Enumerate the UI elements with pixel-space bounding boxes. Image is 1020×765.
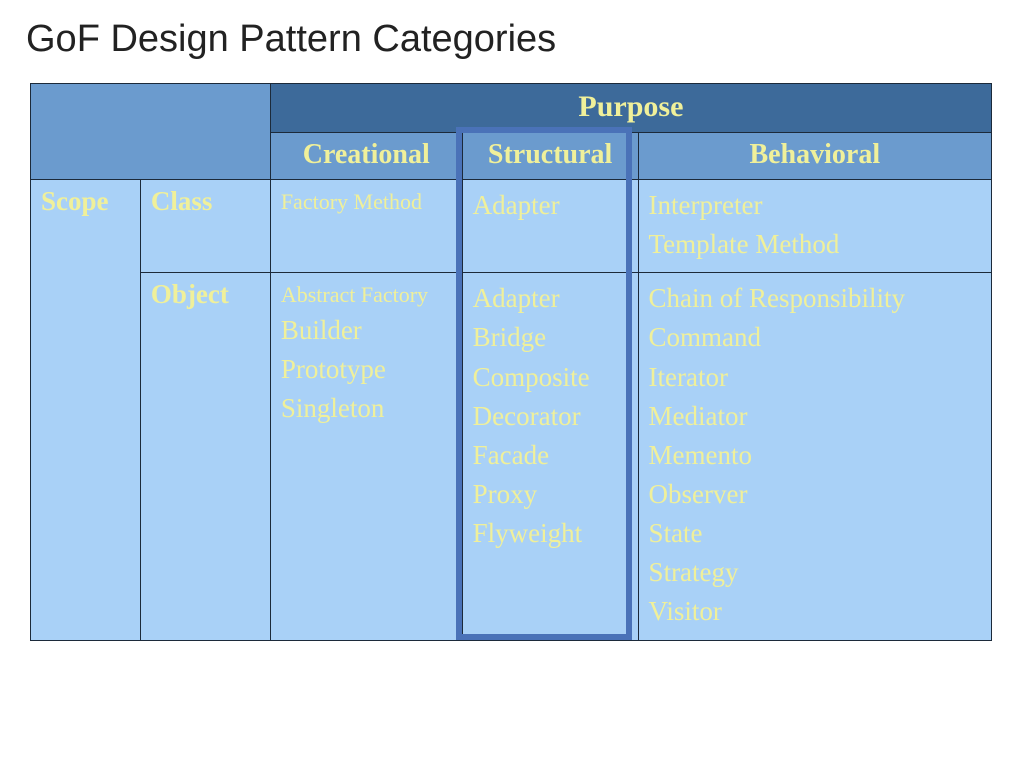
cell-object-creational: Abstract FactoryBuilderPrototypeSingleto… (270, 273, 462, 640)
cell-object-structural: AdapterBridgeCompositeDecoratorFacadePro… (462, 273, 638, 640)
row-object: Object (140, 273, 270, 640)
pattern-table: Purpose Creational Structural Behavioral… (30, 83, 992, 641)
cell-class-behavioral: InterpreterTemplate Method (638, 180, 991, 273)
col-behavioral: Behavioral (638, 133, 991, 180)
row-scope: Scope (31, 180, 141, 641)
cell-class-creational: Factory Method (270, 180, 462, 273)
cell-class-structural: Adapter (462, 180, 638, 273)
cell-object-behavioral: Chain of ResponsibilityCommandIteratorMe… (638, 273, 991, 640)
page-title: GoF Design Pattern Categories (26, 18, 996, 61)
header-purpose: Purpose (270, 84, 991, 133)
col-structural: Structural (462, 133, 638, 180)
row-class: Class (140, 180, 270, 273)
col-creational: Creational (270, 133, 462, 180)
corner-cell (31, 84, 271, 180)
